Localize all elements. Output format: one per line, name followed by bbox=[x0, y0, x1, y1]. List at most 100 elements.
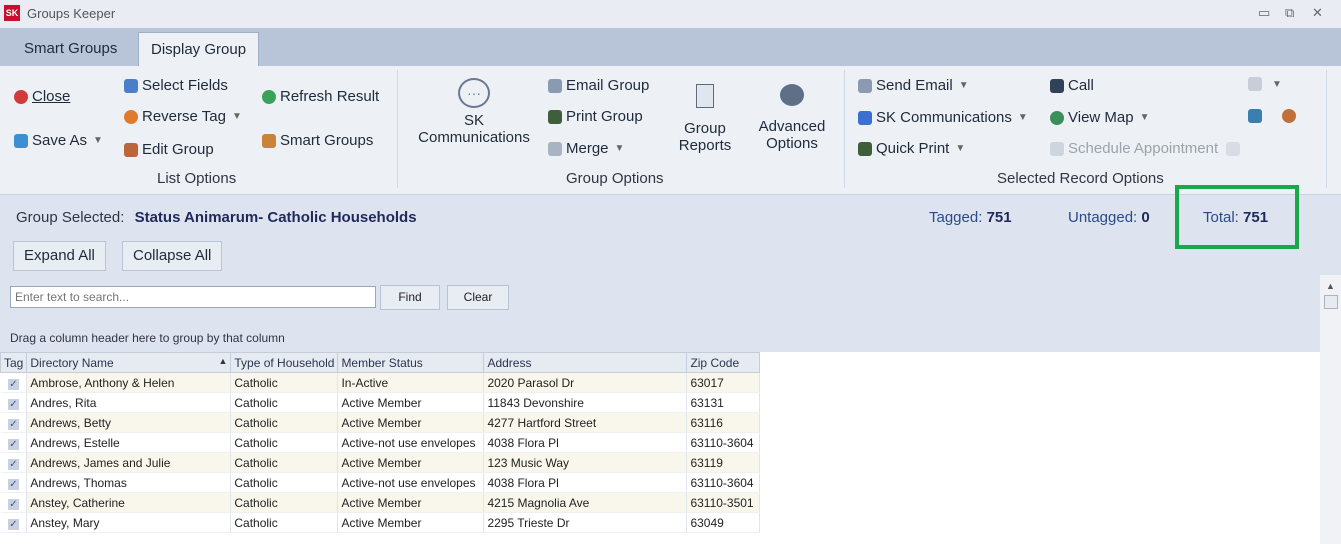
advanced-options-label-2: Options bbox=[766, 135, 818, 152]
table-row[interactable]: ✓ Andrews, Betty Catholic Active Member … bbox=[0, 412, 761, 433]
print-icon bbox=[548, 109, 562, 124]
group-info-bar: Group Selected: Status Animarum- Catholi… bbox=[0, 195, 1341, 275]
reverse-tag-button[interactable]: Reverse Tag ▼ bbox=[124, 108, 242, 125]
edit-group-button[interactable]: Edit Group bbox=[124, 141, 214, 158]
reverse-tag-label: Reverse Tag bbox=[142, 108, 226, 125]
table-row[interactable]: ✓ Anstey, Catherine Catholic Active Memb… bbox=[0, 492, 761, 513]
advanced-options-button[interactable]: Advanced Options bbox=[752, 84, 832, 152]
tab-display-group[interactable]: Display Group bbox=[138, 32, 260, 67]
expand-all-button[interactable]: Expand All bbox=[13, 241, 106, 271]
refresh-result-button[interactable]: Refresh Result bbox=[262, 88, 379, 105]
minimize-icon[interactable]: ▭ bbox=[1258, 5, 1270, 21]
save-as-button[interactable]: Save As ▼ bbox=[14, 132, 103, 149]
email-group-button[interactable]: Email Group bbox=[548, 77, 649, 94]
edit-group-label: Edit Group bbox=[142, 141, 214, 158]
checkbox-checked-icon[interactable]: ✓ bbox=[7, 478, 19, 490]
edit-group-icon bbox=[124, 142, 138, 157]
ribbon-tab-row: Smart Groups Display Group bbox=[0, 28, 1341, 67]
untagged-count: Untagged: 0 bbox=[1068, 209, 1150, 226]
sk-communications-button[interactable]: ··· SK Communications bbox=[411, 78, 537, 146]
sk-communications-record-button[interactable]: SK Communications ▼ bbox=[858, 109, 1028, 126]
column-header-zip-code[interactable]: Zip Code bbox=[686, 352, 761, 373]
tag-cell[interactable]: ✓ bbox=[0, 372, 28, 393]
group-separator bbox=[397, 70, 398, 188]
view-map-button[interactable]: View Map ▼ bbox=[1050, 109, 1150, 126]
column-header-tag[interactable]: Tag bbox=[0, 352, 28, 373]
table-row[interactable]: ✓ Ambrose, Anthony & Helen Catholic In-A… bbox=[0, 372, 761, 393]
email-icon bbox=[858, 78, 872, 93]
dropdown-icon: ▼ bbox=[1139, 112, 1150, 123]
vertical-scrollbar[interactable]: ▲ bbox=[1320, 275, 1341, 544]
checkbox-checked-icon[interactable]: ✓ bbox=[7, 378, 19, 390]
tag-cell[interactable]: ✓ bbox=[0, 452, 28, 473]
member-status-cell: Active Member bbox=[337, 392, 485, 413]
tag-cell[interactable]: ✓ bbox=[0, 392, 28, 413]
call-button[interactable]: Call bbox=[1050, 77, 1094, 94]
checkbox-checked-icon[interactable]: ✓ bbox=[7, 418, 19, 430]
address-cell: 4215 Magnolia Ave bbox=[483, 492, 688, 513]
tag-cell[interactable]: ✓ bbox=[0, 472, 28, 493]
checkbox-checked-icon[interactable]: ✓ bbox=[7, 518, 19, 530]
photo-button[interactable] bbox=[1248, 109, 1266, 123]
table-row[interactable]: ✓ Andrews, James and Julie Catholic Acti… bbox=[0, 452, 761, 473]
send-email-button[interactable]: Send Email ▼ bbox=[858, 77, 969, 94]
member-status-cell: Active Member bbox=[337, 512, 485, 533]
title-bar: SK Groups Keeper ▭ ⧉ ✕ bbox=[0, 0, 1341, 28]
checkbox-checked-icon[interactable]: ✓ bbox=[7, 438, 19, 450]
scroll-up-icon[interactable]: ▲ bbox=[1326, 281, 1335, 291]
document-menu-button[interactable]: ▼ bbox=[1248, 77, 1282, 91]
restore-icon[interactable]: ⧉ bbox=[1285, 5, 1294, 21]
select-fields-button[interactable]: Select Fields bbox=[124, 77, 228, 94]
collapse-all-button[interactable]: Collapse All bbox=[122, 241, 223, 271]
table-row[interactable]: ✓ Andres, Rita Catholic Active Member 11… bbox=[0, 392, 761, 413]
person-icon bbox=[1282, 109, 1296, 123]
group-reports-button[interactable]: Group Reports bbox=[672, 84, 738, 154]
sort-ascending-icon: ▲ bbox=[218, 355, 228, 366]
member-status-cell: Active Member bbox=[337, 452, 485, 473]
tab-smart-groups[interactable]: Smart Groups bbox=[12, 32, 129, 66]
directory-name-cell: Andrews, Estelle bbox=[26, 432, 232, 453]
grid-header-row: Tag Directory Name ▲ Type of Household M… bbox=[0, 352, 761, 373]
checkbox-checked-icon[interactable]: ✓ bbox=[7, 458, 19, 470]
group-separator bbox=[1326, 70, 1327, 188]
records-grid: Tag Directory Name ▲ Type of Household M… bbox=[0, 352, 761, 533]
find-button[interactable]: Find bbox=[380, 285, 440, 310]
close-window-icon[interactable]: ✕ bbox=[1312, 5, 1323, 21]
address-cell: 123 Music Way bbox=[483, 452, 688, 473]
dropdown-icon: ▼ bbox=[958, 80, 969, 91]
household-type-cell: Catholic bbox=[230, 412, 339, 433]
table-row[interactable]: ✓ Anstey, Mary Catholic Active Member 22… bbox=[0, 512, 761, 533]
table-row[interactable]: ✓ Andrews, Estelle Catholic Active-not u… bbox=[0, 432, 761, 453]
tag-cell[interactable]: ✓ bbox=[0, 512, 28, 533]
checkbox-checked-icon[interactable]: ✓ bbox=[7, 398, 19, 410]
directory-name-cell: Ambrose, Anthony & Helen bbox=[26, 372, 232, 393]
quick-print-button[interactable]: Quick Print ▼ bbox=[858, 140, 965, 157]
tag-cell[interactable]: ✓ bbox=[0, 432, 28, 453]
merge-button[interactable]: Merge ▼ bbox=[548, 140, 624, 157]
person-button[interactable] bbox=[1282, 109, 1300, 123]
save-icon bbox=[14, 133, 28, 148]
clear-button[interactable]: Clear bbox=[447, 285, 509, 310]
untagged-label: Untagged: bbox=[1068, 209, 1138, 226]
table-row[interactable]: ✓ Andrews, Thomas Catholic Active-not us… bbox=[0, 472, 761, 493]
tag-cell[interactable]: ✓ bbox=[0, 492, 28, 513]
column-header-member-status[interactable]: Member Status bbox=[337, 352, 485, 373]
zip-code-cell: 63017 bbox=[686, 372, 761, 393]
column-header-household-type[interactable]: Type of Household bbox=[230, 352, 339, 373]
close-button[interactable]: Close bbox=[14, 88, 70, 105]
email-group-label: Email Group bbox=[566, 77, 650, 94]
scroll-thumb[interactable] bbox=[1324, 295, 1338, 309]
member-status-cell: Active-not use envelopes bbox=[337, 472, 485, 493]
search-input[interactable] bbox=[10, 286, 376, 308]
household-type-cell: Catholic bbox=[230, 492, 339, 513]
schedule-appointment-button[interactable]: Schedule Appointment bbox=[1050, 140, 1244, 157]
smart-groups-button[interactable]: Smart Groups bbox=[262, 132, 373, 149]
column-header-address[interactable]: Address bbox=[483, 352, 688, 373]
print-group-button[interactable]: Print Group bbox=[548, 108, 643, 125]
tag-cell[interactable]: ✓ bbox=[0, 412, 28, 433]
column-header-directory-name[interactable]: Directory Name ▲ bbox=[26, 352, 232, 373]
dropdown-icon: ▼ bbox=[1272, 78, 1282, 90]
zip-code-cell: 63131 bbox=[686, 392, 761, 413]
selected-record-options-label: Selected Record Options bbox=[997, 170, 1164, 187]
checkbox-checked-icon[interactable]: ✓ bbox=[7, 498, 19, 510]
